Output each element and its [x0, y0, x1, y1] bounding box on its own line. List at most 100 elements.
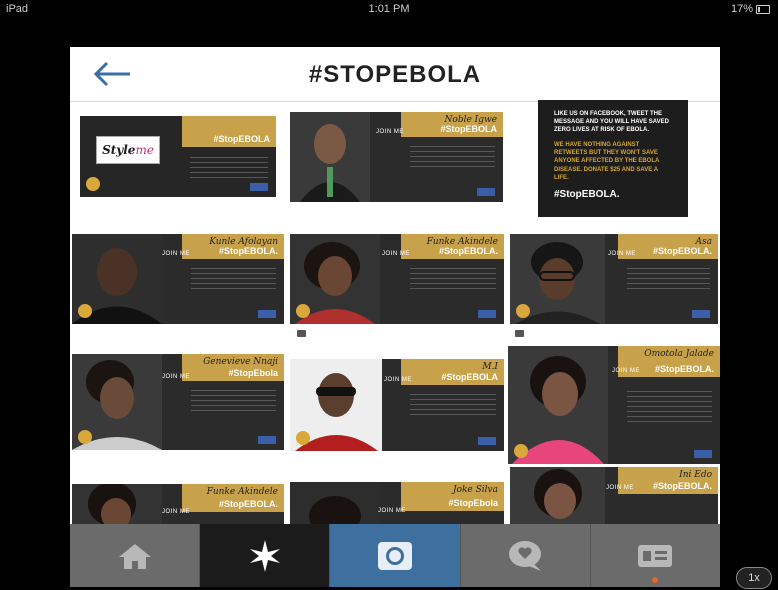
post-tile[interactable]: Kunle Afolayan #StopEBOLA. JOIN ME — [72, 234, 284, 324]
post-tile[interactable]: Funke Akindele #StopEBOLA. JOIN ME — [72, 484, 284, 524]
post-text-lines — [191, 390, 276, 416]
battery-percent: 17% — [730, 3, 753, 15]
post-text-lines — [409, 146, 495, 170]
status-bar: iPad 1:01 PM 17% — [0, 0, 778, 20]
post-hashtag: #StopEBOLA. — [652, 246, 712, 257]
join-me-label: JOIN ME — [606, 485, 634, 491]
join-me-label: JOIN ME — [384, 377, 412, 383]
battery-icon — [756, 4, 770, 14]
gold-banner: Genevieve Nnaji #StopEbola — [182, 354, 284, 381]
post-tile[interactable]: Ini Edo #StopEBOLA. JOIN ME — [510, 467, 718, 524]
charity-logo — [516, 304, 530, 318]
charity-logo — [296, 431, 310, 445]
partner-logo — [478, 310, 496, 318]
battery-status: 17% — [731, 3, 770, 15]
post-text-lines — [627, 390, 712, 422]
join-me-label: JOIN ME — [162, 509, 190, 515]
text-post-tile[interactable]: LIKE US ON FACEBOOK, TWEET THE MESSAGE A… — [538, 100, 688, 217]
post-hashtag: #StopEBOLA. — [218, 246, 278, 257]
post-signature: Ini Edo — [679, 470, 712, 480]
star-icon — [249, 539, 280, 572]
join-me-label: JOIN ME — [612, 368, 640, 374]
post-signature: Joke Silva — [452, 485, 498, 495]
post-text-lines — [410, 393, 496, 418]
zoom-button[interactable]: 1x — [736, 567, 772, 589]
portrait-photo — [290, 482, 380, 524]
gold-banner: #StopEBOLA — [181, 116, 276, 147]
post-signature: M.I — [482, 362, 498, 372]
camera-icon — [515, 330, 524, 337]
post-hashtag: #StopEBOLA — [441, 371, 498, 382]
tab-home[interactable] — [70, 524, 201, 587]
post-tile[interactable]: Noble Igwe #StopEBOLA JOIN ME — [290, 112, 503, 202]
post-text-lines — [626, 268, 710, 292]
post-hashtag: #StopEBOLA. — [218, 499, 278, 509]
styleme-logo: Styleme — [96, 136, 160, 164]
post-tile[interactable]: Styleme #StopEBOLA — [80, 116, 276, 197]
partner-logo — [694, 450, 712, 458]
tab-explore[interactable] — [200, 524, 331, 587]
post-tile[interactable]: Joke Silva #StopEbola JOIN ME — [290, 482, 504, 524]
post-text-lines — [189, 156, 268, 178]
join-me-label: JOIN ME — [608, 251, 636, 257]
post-hashtag: #StopEBOLA. — [554, 188, 620, 200]
portrait-photo — [290, 112, 370, 202]
post-text-lines — [191, 268, 276, 292]
partner-logo — [258, 436, 276, 444]
post-tile[interactable]: Asa #StopEBOLA. JOIN ME — [510, 234, 718, 324]
styleme-logo-part1: Style — [102, 143, 136, 157]
post-tile[interactable]: Funke Akindele #StopEBOLA. JOIN ME — [290, 234, 504, 324]
gold-banner: Joke Silva #StopEbola — [401, 482, 504, 512]
partner-logo — [692, 310, 710, 318]
nav-header: #STOPEBOLA — [70, 47, 720, 102]
tab-news[interactable] — [460, 524, 591, 587]
post-hashtag: #StopEbola — [448, 498, 498, 509]
post-signature: Omotola Jalade — [644, 349, 714, 359]
gold-banner: Noble Igwe #StopEBOLA — [400, 112, 503, 138]
post-hashtag: #StopEBOLA — [213, 133, 270, 144]
notification-dot — [652, 577, 659, 583]
page-title: #STOPEBOLA — [308, 61, 482, 88]
charity-logo — [296, 304, 310, 318]
text-post-body-2: WE HAVE NOTHING AGAINST RETWEETS BUT THE… — [554, 142, 660, 181]
partner-logo — [258, 310, 276, 318]
profile-card-icon — [638, 544, 673, 567]
styleme-logo-part2: me — [135, 143, 154, 157]
status-time: 1:01 PM — [368, 3, 410, 15]
post-tile[interactable]: Omotola Jalade #StopEBOLA. JOIN ME — [508, 346, 720, 464]
partner-logo — [477, 188, 495, 196]
text-post-body: LIKE US ON FACEBOOK, TWEET THE MESSAGE A… — [554, 111, 670, 134]
gold-banner: Funke Akindele #StopEBOLA. — [182, 484, 284, 512]
tab-camera[interactable] — [330, 524, 461, 587]
post-signature: Funke Akindele — [206, 487, 278, 497]
charity-logo — [78, 304, 92, 318]
post-text-lines — [410, 268, 496, 292]
post-hashtag: #StopEbola — [228, 367, 278, 378]
portrait-photo — [510, 467, 605, 524]
post-hashtag: #StopEBOLA. — [654, 363, 714, 374]
tab-bar — [70, 524, 720, 587]
portrait-photo — [72, 484, 162, 524]
join-me-label: JOIN ME — [162, 251, 190, 257]
post-tile[interactable]: Genevieve Nnaji #StopEbola JOIN ME — [72, 354, 284, 450]
post-hashtag: #StopEBOLA. — [652, 481, 712, 492]
partner-logo — [250, 183, 268, 191]
camera-icon — [297, 330, 306, 337]
partner-logo — [478, 437, 496, 445]
join-me-label: JOIN ME — [378, 508, 406, 514]
post-signature: Genevieve Nnaji — [203, 357, 278, 367]
post-tile[interactable]: M.I #StopEBOLA JOIN ME — [290, 359, 504, 451]
charity-logo — [78, 430, 92, 444]
post-hashtag: #StopEBOLA. — [438, 246, 498, 257]
app-screen: #STOPEBOLA Styleme #StopEBOLA Noble Igwe… — [70, 47, 720, 587]
join-me-label: JOIN ME — [382, 251, 410, 257]
home-icon — [118, 543, 151, 569]
charity-logo — [514, 444, 528, 458]
camera-icon — [378, 541, 412, 570]
gold-banner: Kunle Afolayan #StopEBOLA. — [182, 234, 284, 260]
join-me-label: JOIN ME — [162, 374, 190, 380]
join-me-label: JOIN ME — [376, 129, 404, 135]
tab-profile[interactable] — [590, 524, 720, 587]
charity-logo — [86, 177, 100, 191]
heart-bubble-icon — [509, 540, 542, 571]
